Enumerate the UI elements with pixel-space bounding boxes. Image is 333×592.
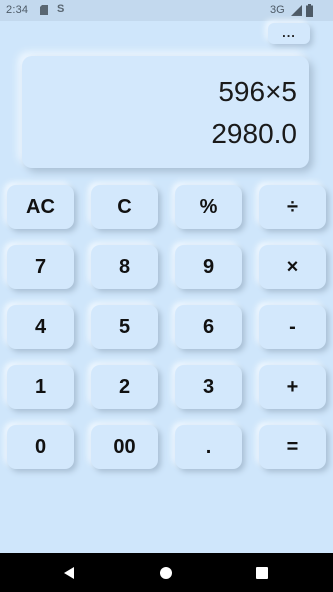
recents-icon[interactable] [256,567,268,579]
clear-button[interactable]: C [91,185,158,229]
expression-text: 596×5 [218,76,297,107]
plus-button[interactable]: + [259,365,326,409]
digit-1-button[interactable]: 1 [7,365,74,409]
digit-3-button[interactable]: 3 [175,365,242,409]
digit-7-button[interactable]: 7 [7,245,74,289]
digit-5-button[interactable]: 5 [91,305,158,349]
digit-8-button[interactable]: 8 [91,245,158,289]
digit-6-button[interactable]: 6 [175,305,242,349]
home-icon[interactable] [159,566,173,580]
signal-icon [291,5,302,16]
decimal-button[interactable]: . [175,425,242,469]
s-icon: S [57,3,65,15]
digit-2-button[interactable]: 2 [91,365,158,409]
network-type: 3G [270,4,285,16]
digit-0-button[interactable]: 0 [7,425,74,469]
equals-button[interactable]: = [259,425,326,469]
minus-button[interactable]: - [259,305,326,349]
battery-icon [306,4,313,17]
calculator-display: 596×5 2980.0 [22,56,309,168]
result-text: 2980.0 [211,118,297,149]
all-clear-button[interactable]: AC [7,185,74,229]
double-zero-button[interactable]: 00 [91,425,158,469]
status-time: 2:34 [6,4,29,16]
digit-9-button[interactable]: 9 [175,245,242,289]
navigation-bar [0,553,333,592]
back-icon[interactable] [62,566,76,580]
digit-4-button[interactable]: 4 [7,305,74,349]
multiply-button[interactable]: × [259,245,326,289]
status-bar: 2:34 S 3G [0,0,333,21]
sd-card-icon [40,5,48,15]
divide-button[interactable]: ÷ [259,185,326,229]
percent-button[interactable]: % [175,185,242,229]
more-options-button[interactable]: ... [268,23,310,44]
